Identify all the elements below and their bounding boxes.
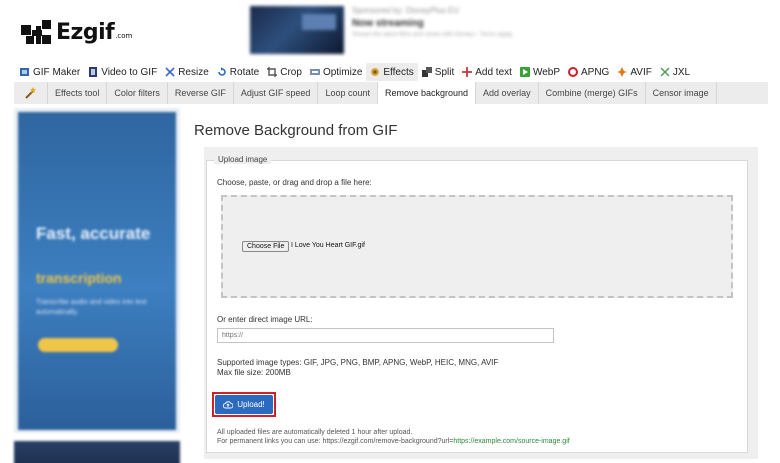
nav-add-text[interactable]: Add text (458, 63, 516, 81)
nav-avif[interactable]: AVIF (613, 63, 655, 81)
jxl-icon (660, 67, 670, 77)
subnav-censor-image[interactable]: Censor image (646, 82, 717, 104)
nav-label: AVIF (630, 66, 652, 78)
ad-image (250, 6, 344, 54)
nav-video-to-gif[interactable]: Video to GIF (84, 63, 161, 81)
main-nav: GIF Maker Video to GIF Resize Rotate Cro… (16, 63, 694, 81)
choose-file-label: Choose, paste, or drag and drop a file h… (217, 178, 372, 187)
ad-title: Now streaming (352, 18, 424, 29)
apng-icon (568, 67, 578, 77)
nav-label: Split (434, 66, 455, 78)
nav-label: Resize (178, 66, 209, 78)
nav-label: Optimize (322, 66, 363, 78)
side-ad-title: Fast, accurate (36, 224, 151, 243)
effects-icon (370, 67, 380, 77)
webp-icon (519, 67, 530, 77)
avif-icon (617, 67, 628, 77)
nav-label: Video to GIF (101, 66, 158, 78)
side-ad-button[interactable] (38, 338, 118, 352)
sub-nav: Effects tool Color filters Reverse GIF A… (14, 82, 768, 104)
side-ad-banner: Fast, accurate transcription Transcribe … (18, 112, 176, 430)
logo-text: Ezgif (56, 20, 115, 45)
nav-jxl[interactable]: JXL (656, 63, 694, 81)
nav-webp[interactable]: WebP (516, 63, 564, 81)
auto-delete-note: All uploaded files are automatically del… (217, 429, 413, 436)
optimize-icon (309, 67, 320, 77)
permalink-prefix: For permanent links you can use: https:/… (217, 438, 454, 445)
gif-maker-icon (20, 67, 30, 77)
cloud-upload-icon (223, 401, 234, 409)
page-title: Remove Background from GIF (194, 122, 398, 139)
effects-wand-tab[interactable] (14, 82, 48, 104)
magic-wand-icon (24, 87, 36, 99)
nav-crop[interactable]: Crop (263, 63, 306, 81)
choose-file-button[interactable]: Choose File (242, 241, 290, 252)
resize-icon (165, 67, 175, 77)
ad-description: Stream the latest films and series with … (352, 32, 514, 38)
top-advertisement[interactable]: Sponsored by: DisneyPlus EU Now streamin… (250, 6, 640, 54)
subnav-effects-tool[interactable]: Effects tool (48, 82, 108, 104)
nav-label: WebP (532, 66, 560, 78)
supported-types-info: Supported image types: GIF, JPG, PNG, BM… (217, 358, 498, 378)
rotate-icon (217, 67, 227, 77)
nav-label: Crop (280, 66, 302, 78)
side-advertisement-2[interactable] (14, 441, 180, 463)
permalink-example-link[interactable]: https://example.com/source-image.gif (453, 438, 569, 445)
nav-label: APNG (581, 66, 610, 78)
supported-types-text: Supported image types: GIF, JPG, PNG, BM… (217, 358, 499, 367)
video-icon (88, 67, 98, 77)
nav-label: Effects (383, 66, 414, 78)
ezgif-logo-icon (21, 20, 51, 44)
permalink-note: For permanent links you can use: https:/… (217, 437, 570, 446)
nav-label: Rotate (229, 66, 260, 78)
ad-sponsor: Sponsored by: DisneyPlus EU (352, 6, 460, 15)
side-ad-highlight: transcription (36, 270, 122, 286)
logo-suffix: .com (115, 32, 133, 40)
upload-legend: Upload image (214, 155, 272, 164)
subnav-loop-count[interactable]: Loop count (318, 82, 378, 104)
add-text-icon (462, 67, 473, 77)
nav-gif-maker[interactable]: GIF Maker (16, 63, 84, 81)
nav-label: GIF Maker (33, 66, 81, 78)
nav-resize[interactable]: Resize (161, 63, 213, 81)
upload-button-label: Upload! (237, 400, 265, 409)
subnav-adjust-gif-speed[interactable]: Adjust GIF speed (234, 82, 319, 104)
url-label: Or enter direct image URL: (217, 315, 313, 324)
max-file-size-text: Max file size: 200MB (217, 368, 291, 377)
nav-label: JXL (672, 66, 691, 78)
nav-rotate[interactable]: Rotate (213, 63, 263, 81)
subnav-remove-background[interactable]: Remove background (377, 82, 477, 104)
side-advertisement[interactable]: Fast, accurate transcription Transcribe … (14, 108, 180, 433)
image-url-input[interactable] (217, 328, 554, 343)
nav-apng[interactable]: APNG (564, 63, 613, 81)
nav-optimize[interactable]: Optimize (306, 63, 366, 81)
split-icon (421, 67, 432, 77)
subnav-add-overlay[interactable]: Add overlay (476, 82, 539, 104)
selected-file-name: I Love You Heart GIF.gif (291, 242, 365, 249)
nav-split[interactable]: Split (418, 63, 458, 81)
nav-effects[interactable]: Effects (366, 63, 418, 81)
subnav-color-filters[interactable]: Color filters (107, 82, 168, 104)
nav-label: Add text (475, 66, 512, 78)
upload-notes: All uploaded files are automatically del… (217, 428, 570, 446)
side-ad-text: Transcribe audio and video into text aut… (36, 299, 147, 316)
subnav-reverse-gif[interactable]: Reverse GIF (168, 82, 234, 104)
subnav-combine-gifs[interactable]: Combine (merge) GIFs (539, 82, 646, 104)
upload-button[interactable]: Upload! (215, 395, 273, 414)
site-logo[interactable]: Ezgif .com (20, 16, 132, 46)
crop-icon (267, 67, 278, 77)
